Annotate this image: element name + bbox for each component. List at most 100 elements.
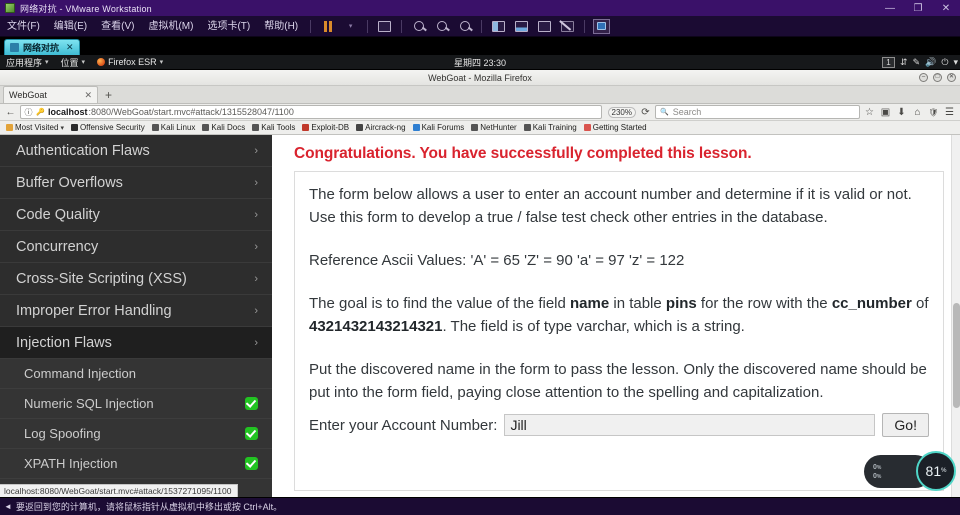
menu-view[interactable]: 查看(V) bbox=[94, 16, 141, 37]
menu-vm[interactable]: 虚拟机(M) bbox=[141, 16, 200, 37]
pause-icon[interactable] bbox=[319, 19, 336, 34]
bookmark-item[interactable]: Kali Linux bbox=[149, 123, 199, 132]
bookmark-item[interactable]: Kali Forums bbox=[410, 123, 468, 132]
network-icon[interactable]: ⇵ bbox=[900, 57, 908, 68]
shield-icon[interactable]: 🛡 bbox=[927, 108, 940, 117]
firefox-maximize-button[interactable]: □ bbox=[933, 73, 942, 82]
goal-text-e: . The field is of type varchar, which is… bbox=[442, 318, 745, 335]
bookmark-star-icon[interactable]: ☆ bbox=[863, 107, 876, 118]
sidebar-category[interactable]: Code Quality › bbox=[0, 199, 272, 231]
bookmark-label: Most Visited bbox=[15, 123, 59, 132]
firefox-navbar: ← ⓘ 🔑 localhost :8080/WebGoat/start.mvc#… bbox=[0, 104, 960, 121]
reload-icon[interactable]: ⟳ bbox=[639, 107, 652, 118]
vmware-app-icon bbox=[5, 3, 15, 13]
lesson-sidebar: Authentication Flaws › Buffer Overflows › Co… bbox=[0, 135, 272, 497]
tray-chevron-down-icon[interactable]: ▾ bbox=[953, 57, 958, 68]
menu-file[interactable]: 文件(F) bbox=[0, 16, 47, 37]
browser-tab-webgoat[interactable]: WebGoat ✕ bbox=[3, 86, 98, 103]
bookmark-item[interactable]: Kali Tools bbox=[249, 123, 298, 132]
close-icon[interactable]: ✕ bbox=[66, 42, 74, 53]
power-icon[interactable]: ⏻ bbox=[941, 57, 948, 68]
fullscreen-icon[interactable] bbox=[536, 19, 553, 34]
bookmark-favicon bbox=[356, 124, 364, 131]
firefox-window-controls: – □ ✕ bbox=[919, 73, 956, 82]
firefox-label: Firefox ESR bbox=[108, 57, 157, 67]
page-info-icon[interactable]: ⓘ bbox=[24, 107, 33, 118]
webgoat-page: Authentication Flaws › Buffer Overflows › Co… bbox=[0, 135, 960, 497]
sidebar-category[interactable]: Concurrency › bbox=[0, 231, 272, 263]
places-menu[interactable]: 位置 ▾ bbox=[55, 56, 92, 69]
sidebar-category[interactable]: Cross-Site Scripting (XSS) › bbox=[0, 263, 272, 295]
vmware-window-title: 网络对抗 - VMware Workstation bbox=[20, 3, 152, 14]
snapshot-manager-icon[interactable] bbox=[456, 19, 473, 34]
home-icon[interactable]: ⌂ bbox=[911, 107, 924, 118]
show-console-icon[interactable] bbox=[513, 19, 530, 34]
sidebar-lesson-item[interactable]: XPATH Injection bbox=[0, 449, 272, 479]
sidebar-lesson-item[interactable]: Log Spoofing bbox=[0, 419, 272, 449]
bookmark-item[interactable]: Offensive Security bbox=[68, 123, 148, 132]
maximize-button[interactable]: ❐ bbox=[904, 0, 932, 16]
firefox-taskbar-item[interactable]: Firefox ESR ▾ bbox=[91, 57, 169, 67]
firefox-minimize-button[interactable]: – bbox=[919, 73, 928, 82]
firefox-close-button[interactable]: ✕ bbox=[947, 73, 956, 82]
bookmark-item[interactable]: Most Visited ▾ bbox=[3, 123, 67, 132]
snapshot-icon[interactable] bbox=[376, 19, 393, 34]
close-button[interactable]: ✕ bbox=[932, 0, 960, 16]
zoom-level-badge[interactable]: 230% bbox=[607, 106, 636, 118]
hamburger-menu-icon[interactable]: ☰ bbox=[943, 107, 956, 118]
bookmark-label: Kali Forums bbox=[421, 123, 465, 132]
search-bar[interactable]: 🔍 Search bbox=[655, 105, 860, 119]
new-tab-button[interactable]: + bbox=[98, 87, 119, 103]
close-icon[interactable]: ✕ bbox=[84, 90, 92, 101]
goal-text-a: The goal is to find the value of the fie… bbox=[309, 295, 570, 312]
bookmark-item[interactable]: Kali Docs bbox=[199, 123, 248, 132]
sidebar-category-label: Injection Flaws bbox=[16, 334, 112, 351]
bookmark-item[interactable]: Exploit-DB bbox=[299, 123, 352, 132]
chevron-down-icon: ▾ bbox=[60, 124, 64, 132]
menu-edit[interactable]: 编辑(E) bbox=[47, 16, 94, 37]
bookmark-item[interactable]: Getting Started bbox=[581, 123, 650, 132]
back-icon[interactable]: ← bbox=[4, 107, 17, 118]
bookmark-item[interactable]: Aircrack-ng bbox=[353, 123, 408, 132]
sidebar-lesson-item[interactable]: Command Injection bbox=[0, 359, 272, 389]
menu-help[interactable]: 帮助(H) bbox=[257, 16, 305, 37]
account-number-input[interactable] bbox=[504, 414, 876, 436]
snapshot-add-icon[interactable] bbox=[410, 19, 427, 34]
chevron-down-icon: ▾ bbox=[45, 59, 49, 66]
vm-tab-active[interactable]: 网络对抗 ✕ bbox=[4, 39, 80, 55]
search-placeholder: Search bbox=[672, 107, 702, 117]
link-status-bar: localhost:8080/WebGoat/start.mvc#attack/… bbox=[0, 484, 239, 497]
preferences-icon[interactable] bbox=[593, 18, 611, 34]
pen-icon[interactable]: ✎ bbox=[913, 57, 921, 68]
minimize-button[interactable]: — bbox=[876, 0, 904, 16]
scrollbar-thumb[interactable] bbox=[953, 303, 960, 408]
page-scrollbar[interactable] bbox=[951, 135, 960, 497]
go-button[interactable]: Go! bbox=[882, 413, 929, 437]
bookmark-item[interactable]: NetHunter bbox=[468, 123, 519, 132]
workspace-indicator[interactable]: 1 bbox=[882, 57, 896, 68]
show-sidebar-icon[interactable] bbox=[490, 19, 507, 34]
unity-mode-icon[interactable] bbox=[559, 19, 576, 34]
firefox-tabbar: WebGoat ✕ + bbox=[0, 86, 960, 104]
screenshot-icon[interactable]: ▣ bbox=[879, 107, 892, 118]
volume-icon[interactable]: 🔊 bbox=[925, 57, 936, 68]
dropdown-caret-icon[interactable]: ▾ bbox=[342, 19, 359, 34]
firefox-window-title: WebGoat - Mozilla Firefox bbox=[428, 72, 532, 83]
permissions-key-icon[interactable]: 🔑 bbox=[36, 108, 45, 116]
downloads-icon[interactable]: ⬇ bbox=[895, 107, 908, 118]
applications-menu[interactable]: 应用程序 ▾ bbox=[0, 56, 55, 69]
sidebar-category[interactable]: Improper Error Handling › bbox=[0, 295, 272, 327]
panel-clock[interactable]: 星期四 23:30 bbox=[454, 56, 506, 69]
sidebar-category[interactable]: Authentication Flaws › bbox=[0, 135, 272, 167]
sidebar-category[interactable]: Injection Flaws › bbox=[0, 327, 272, 359]
bookmark-favicon bbox=[6, 124, 13, 131]
bookmark-item[interactable]: Kali Training bbox=[521, 123, 580, 132]
chevron-down-icon-2: ▾ bbox=[81, 59, 86, 66]
menu-tabs[interactable]: 选项卡(T) bbox=[200, 16, 257, 37]
performance-gauge[interactable]: 81% bbox=[916, 451, 956, 491]
sidebar-lesson-item[interactable]: Numeric SQL Injection bbox=[0, 389, 272, 419]
url-bar[interactable]: ⓘ 🔑 localhost :8080/WebGoat/start.mvc#at… bbox=[20, 105, 602, 119]
account-number-label: Enter your Account Number: bbox=[309, 416, 498, 434]
snapshot-revert-icon[interactable] bbox=[433, 19, 450, 34]
sidebar-category[interactable]: Buffer Overflows › bbox=[0, 167, 272, 199]
